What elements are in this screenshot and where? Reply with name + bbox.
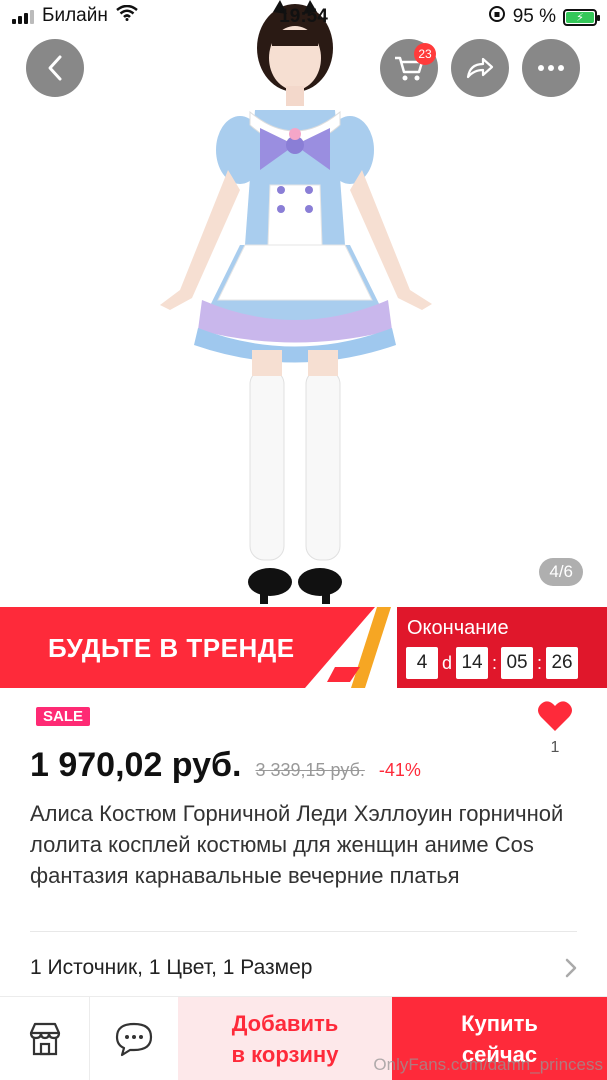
countdown-days: 4 — [406, 647, 438, 679]
discount-percent: -41% — [378, 760, 421, 780]
price-row: 1 970,02 руб. 3 339,15 руб. -41% — [30, 746, 421, 785]
store-button[interactable] — [0, 997, 89, 1080]
promo-banner[interactable]: БУДЬТЕ В ТРЕНДЕ Окончание 4 d 14 : 05 : … — [0, 607, 607, 688]
variant-selector[interactable]: 1 Источник, 1 Цвет, 1 Размер — [30, 953, 577, 983]
product-gallery[interactable]: Билайн 19:54 95 % ⚡ 23 4/6 — [0, 0, 607, 607]
countdown-separator: : — [492, 652, 498, 673]
product-title: Алиса Костюм Горничной Леди Хэллоуин гор… — [30, 801, 564, 888]
more-icon — [538, 65, 564, 71]
back-button[interactable] — [26, 39, 84, 97]
countdown-separator: : — [537, 652, 543, 673]
battery-icon: ⚡ — [563, 8, 600, 26]
banner-left: БУДЬТЕ В ТРЕНДЕ — [0, 607, 405, 688]
countdown-panel: Окончание 4 d 14 : 05 : 26 — [397, 607, 607, 688]
banner-title: БУДЬТЕ В ТРЕНДЕ — [48, 633, 295, 663]
cart-button[interactable]: 23 — [380, 39, 438, 97]
countdown-minutes: 05 — [501, 647, 534, 679]
countdown-day-unit: d — [442, 652, 453, 673]
share-icon — [466, 57, 494, 79]
add-to-cart-button[interactable]: Добавить в корзину — [178, 997, 392, 1080]
current-price: 1 970,02 руб. — [30, 746, 242, 784]
chevron-right-icon — [565, 958, 577, 978]
sale-badge: SALE — [36, 707, 91, 726]
chat-button[interactable] — [89, 997, 178, 1080]
favorites-count: 1 — [550, 739, 560, 756]
battery-percent: 95 % — [512, 6, 556, 27]
share-button[interactable] — [451, 39, 509, 97]
favorite-button[interactable]: 1 — [535, 700, 575, 757]
add-to-cart-label-line2: в корзину — [231, 1042, 339, 1067]
watermark: OnlyFans.com/damn_princess — [373, 1055, 603, 1074]
chat-icon — [115, 1022, 153, 1057]
heart-icon — [538, 701, 572, 731]
countdown-seconds: 26 — [546, 647, 579, 679]
divider — [30, 931, 577, 932]
buy-now-label-line1: Купить — [461, 1011, 538, 1036]
countdown-hours: 14 — [456, 647, 489, 679]
product-info: SALE 1 1 970,02 руб. 3 339,15 руб. -41% … — [0, 688, 607, 996]
back-icon — [48, 55, 62, 81]
cart-count-badge: 23 — [414, 43, 436, 65]
add-to-cart-label-line1: Добавить — [231, 1011, 339, 1036]
countdown-timer: 4 d 14 : 05 : 26 — [406, 647, 579, 679]
orientation-lock-icon — [488, 5, 506, 29]
image-counter: 4/6 — [539, 558, 583, 586]
variant-summary: 1 Источник, 1 Цвет, 1 Размер — [30, 956, 313, 979]
ruler-decoration-icon — [305, 607, 405, 688]
store-icon — [29, 1022, 60, 1056]
status-bar: Билайн 19:54 95 % ⚡ — [0, 0, 607, 34]
old-price: 3 339,15 руб. — [255, 760, 365, 780]
more-button[interactable] — [522, 39, 580, 97]
ending-label: Окончание — [407, 617, 509, 639]
